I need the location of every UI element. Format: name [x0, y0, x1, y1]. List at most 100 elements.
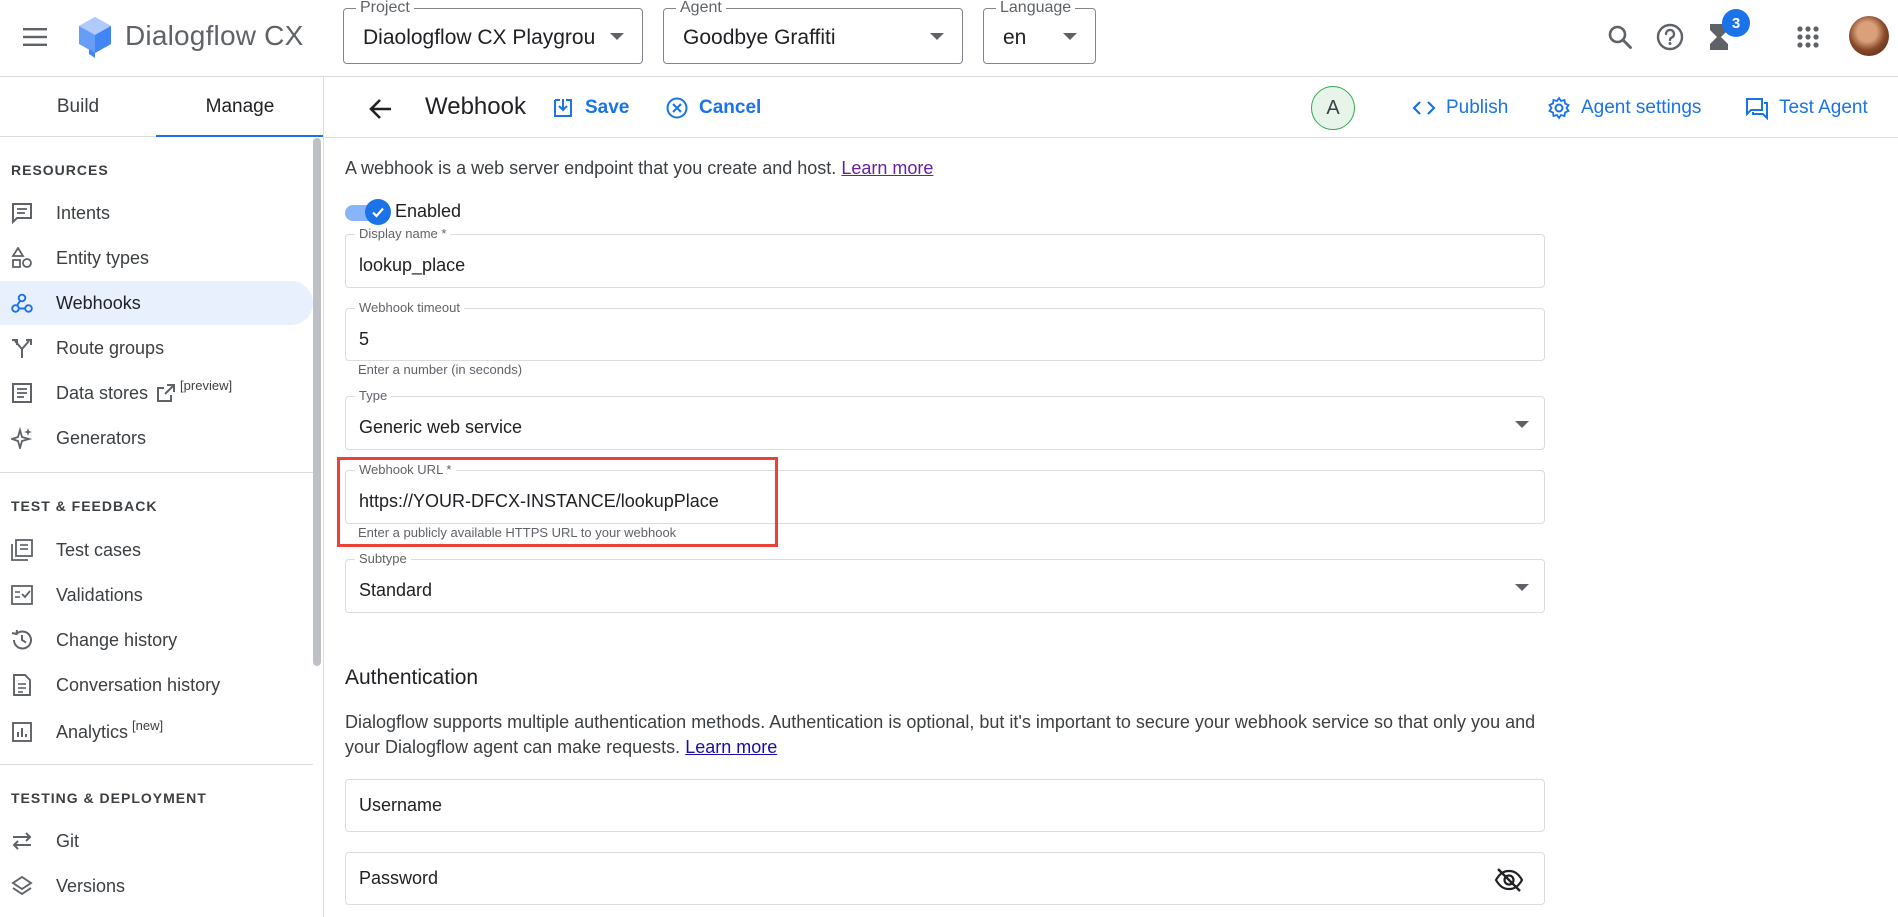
sidebar-item-data-stores[interactable]: Data stores [preview]: [0, 371, 313, 415]
sidebar-item-conversation-history[interactable]: Conversation history: [0, 663, 313, 707]
swap-arrows-icon: [11, 830, 35, 852]
sidebar-tabs: Build Manage: [0, 77, 323, 137]
test-agent-button-label: Test Agent: [1779, 97, 1868, 118]
save-icon: [554, 99, 572, 117]
auth-learn-more-link[interactable]: Learn more: [685, 737, 777, 757]
password-field[interactable]: Password: [345, 852, 1545, 905]
sidebar-item-analytics[interactable]: Analytics [new]: [0, 710, 313, 754]
check-icon: [365, 199, 391, 225]
apps-grid-icon[interactable]: [1789, 18, 1827, 56]
webhook-timeout-label: Webhook timeout: [355, 301, 464, 315]
type-value: Generic web service: [359, 417, 523, 437]
sidebar-item-test-cases[interactable]: Test cases: [0, 528, 313, 572]
sidebar-item-entity-types[interactable]: Entity types: [0, 236, 313, 280]
sidebar-item-label-group: Data stores [preview]: [56, 378, 232, 404]
sidebar-item-validations[interactable]: Validations: [0, 573, 313, 617]
sidebar-item-git[interactable]: Git: [0, 819, 313, 863]
chevron-down-icon: [1515, 584, 1529, 591]
help-icon[interactable]: [1651, 18, 1689, 56]
analytics-icon: [11, 721, 35, 743]
annotation-highlight-box: [337, 457, 778, 547]
sidebar-item-label: Analytics: [56, 721, 129, 742]
entity-types-icon: [11, 247, 35, 269]
sidebar-item-label: Route groups: [56, 337, 165, 358]
sidebar-item-generators[interactable]: Generators: [0, 416, 313, 460]
agent-settings-button[interactable]: Agent settings: [1547, 93, 1701, 123]
sidebar-item-label: Data stores: [56, 382, 149, 403]
language-selector[interactable]: Language en: [983, 0, 1096, 64]
history-icon: [11, 629, 35, 651]
agent-selector[interactable]: Agent Goodbye Graffiti: [663, 0, 963, 64]
cancel-button[interactable]: Cancel: [665, 93, 761, 123]
sidebar-scrollbar[interactable]: [313, 138, 321, 666]
project-selector[interactable]: Project Diaologflow CX Playgrou…: [343, 0, 643, 64]
tab-manage[interactable]: Manage: [156, 77, 323, 137]
generators-icon: [11, 427, 35, 449]
data-stores-icon: [11, 382, 35, 404]
sidebar-item-label: Git: [56, 830, 80, 851]
section-heading-resources: RESOURCES: [11, 162, 109, 178]
intents-icon: [11, 202, 35, 224]
language-selector-value: en: [1003, 26, 1027, 49]
layers-icon: [11, 875, 35, 897]
agent-settings-button-label: Agent settings: [1581, 97, 1702, 118]
type-label: Type: [355, 389, 392, 403]
sidebar-item-label: Generators: [56, 427, 147, 448]
intro-description: A webhook is a web server endpoint that …: [345, 158, 837, 178]
sidebar: Build Manage RESOURCES Intents Entity ty…: [0, 77, 324, 917]
chevron-down-icon: [610, 33, 624, 40]
username-placeholder: Username: [359, 795, 443, 815]
chevron-down-icon: [1515, 421, 1529, 428]
route-groups-icon: [11, 337, 35, 359]
open-in-new-icon: [157, 384, 176, 402]
notification-badge: 3: [1722, 9, 1750, 37]
dialogflow-logo-icon: [77, 16, 113, 58]
display-name-label: Display name *: [355, 227, 451, 241]
type-select[interactable]: Type Generic web service: [345, 389, 1545, 450]
webhook-timeout-field[interactable]: Webhook timeout 5: [345, 301, 1545, 361]
sidebar-item-route-groups[interactable]: Route groups: [0, 326, 313, 370]
user-avatar[interactable]: [1849, 16, 1889, 56]
arrow-back-icon[interactable]: [365, 93, 397, 125]
section-heading-testing-deployment: TESTING & DEPLOYMENT: [11, 790, 207, 806]
new-tag: [new]: [132, 717, 164, 733]
webhook-timeout-value: 5: [359, 329, 370, 349]
username-field[interactable]: Username: [345, 779, 1545, 832]
sidebar-item-label: Entity types: [56, 247, 150, 268]
save-button-label: Save: [585, 97, 630, 118]
page-header: Webhook Save Cancel A Publish Agent sett…: [325, 77, 1898, 138]
search-icon[interactable]: [1601, 18, 1639, 56]
cancel-icon: [666, 97, 688, 119]
sidebar-item-label: Validations: [56, 584, 143, 605]
chat-icon: [1746, 98, 1768, 120]
save-button[interactable]: Save: [551, 93, 629, 123]
sidebar-item-change-history[interactable]: Change history: [0, 618, 313, 662]
sidebar-item-label: Versions: [56, 875, 126, 896]
intro-text: A webhook is a web server endpoint that …: [345, 158, 933, 179]
sidebar-item-intents[interactable]: Intents: [0, 191, 313, 235]
display-name-value: lookup_place: [359, 255, 466, 275]
project-selector-label: Project: [356, 0, 414, 17]
authentication-description-text: Dialogflow supports multiple authenticat…: [345, 712, 1536, 757]
subtype-select[interactable]: Subtype Standard: [345, 552, 1545, 613]
sidebar-divider: [0, 764, 313, 765]
visibility-off-icon[interactable]: [1494, 865, 1524, 895]
publish-button-label: Publish: [1446, 97, 1509, 118]
validations-icon: [11, 584, 35, 606]
sidebar-divider: [0, 472, 313, 473]
test-agent-button[interactable]: Test Agent: [1745, 93, 1868, 123]
sidebar-item-label-group: Analytics [new]: [56, 718, 163, 743]
publish-button[interactable]: Publish: [1412, 93, 1508, 123]
learn-more-link[interactable]: Learn more: [841, 158, 933, 178]
enabled-toggle[interactable]: [345, 199, 391, 225]
display-name-field[interactable]: Display name * lookup_place: [345, 227, 1545, 288]
tab-build[interactable]: Build: [0, 77, 156, 137]
subtype-label: Subtype: [355, 552, 411, 566]
language-selector-label: Language: [996, 0, 1076, 17]
preview-tag: [preview]: [180, 377, 233, 393]
sidebar-item-label: Conversation history: [56, 674, 221, 695]
sidebar-item-webhooks[interactable]: Webhooks: [0, 281, 313, 325]
top-app-bar: Dialogflow CX Project Diaologflow CX Pla…: [0, 0, 1898, 77]
sidebar-item-versions[interactable]: Versions: [0, 864, 313, 908]
main-menu-icon[interactable]: [18, 20, 52, 54]
